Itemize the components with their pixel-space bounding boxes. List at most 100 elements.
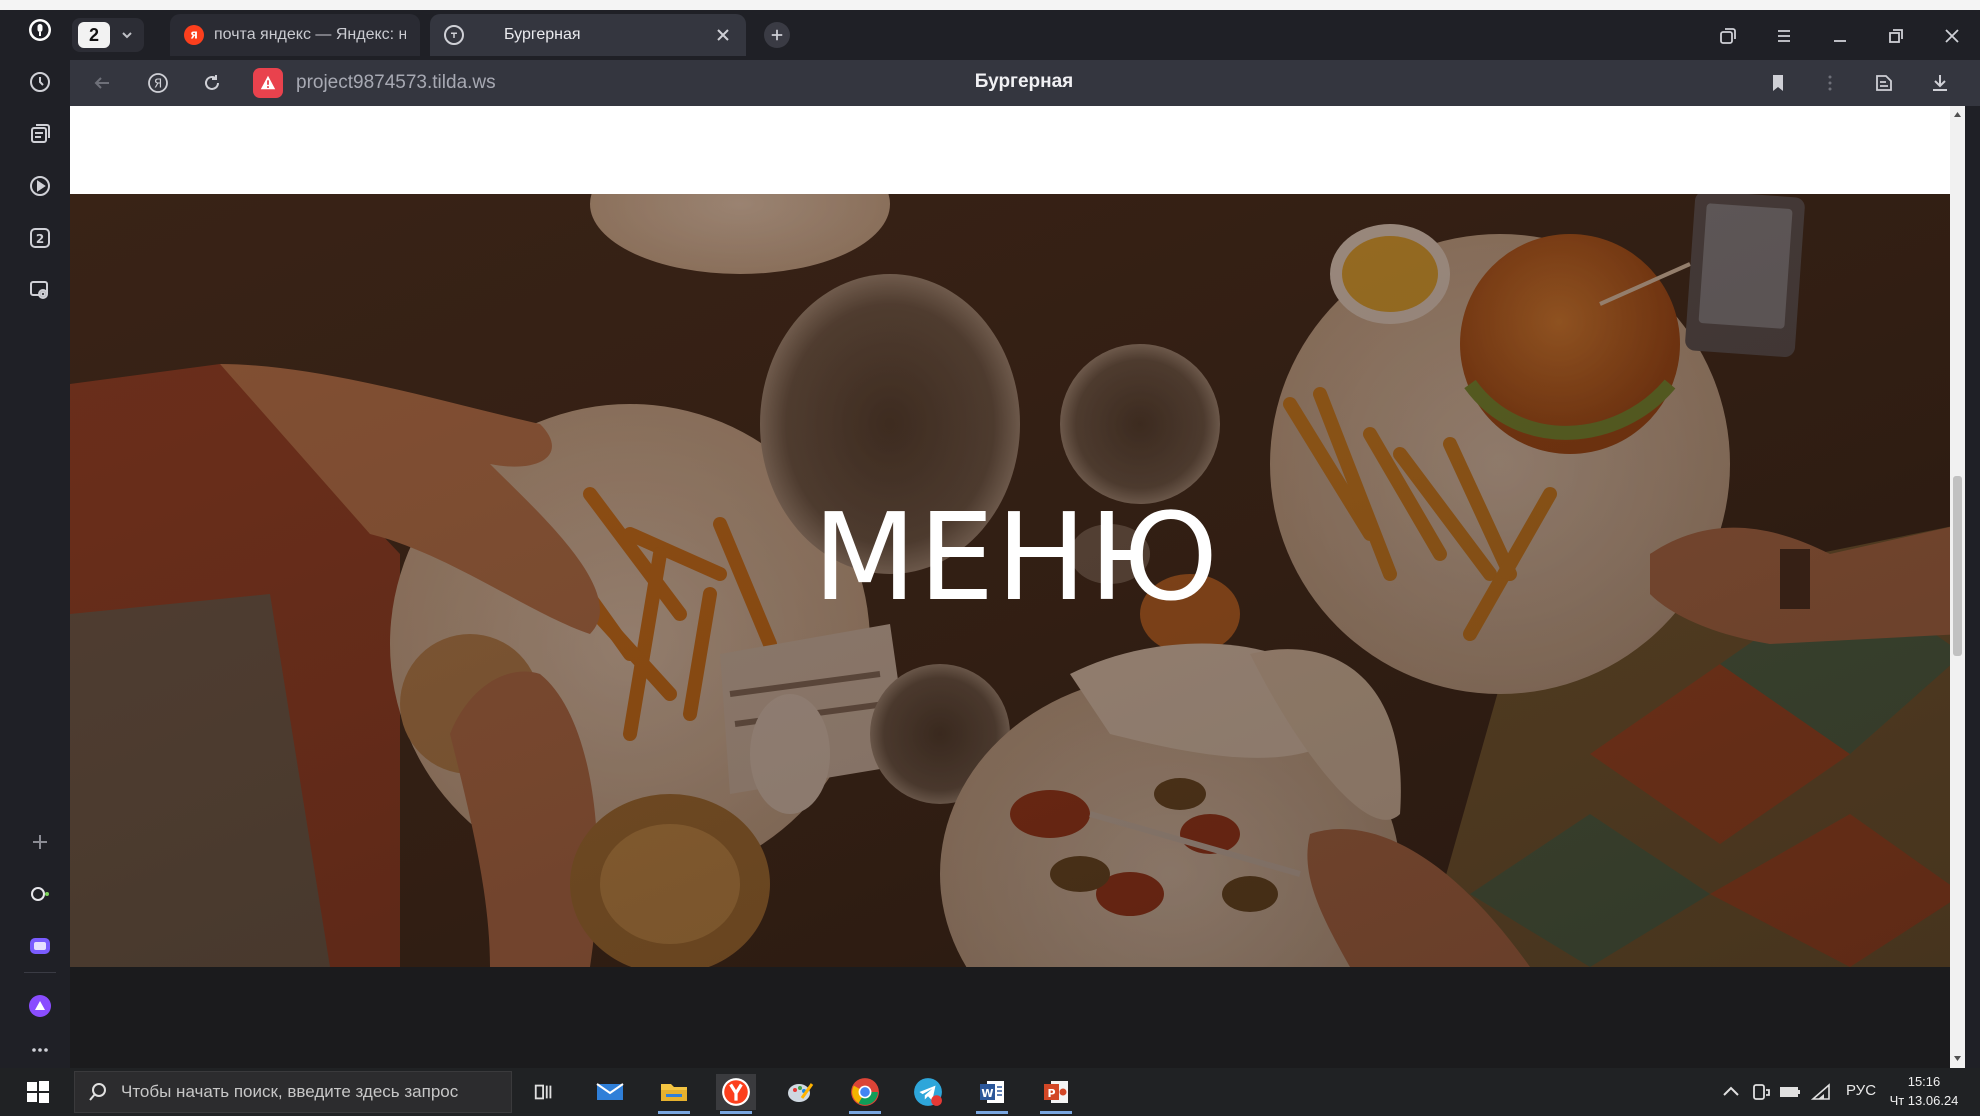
taskbar-search-box[interactable]: Чтобы начать поиск, введите здесь запрос	[74, 1071, 512, 1113]
hero-cover: МЕНЮ	[70, 194, 1963, 967]
chrome-icon	[851, 1078, 879, 1106]
running-indicator	[720, 1111, 752, 1114]
telegram-icon	[914, 1078, 942, 1106]
bookmark-icon	[1773, 75, 1783, 91]
yandex-logo-icon: Я	[148, 73, 168, 93]
search-icon	[89, 1083, 106, 1101]
reload-icon	[205, 75, 219, 90]
yandex-favicon-icon: Я	[184, 25, 204, 45]
dark-section	[70, 967, 1965, 1068]
back-button[interactable]	[88, 69, 116, 97]
paint-icon	[788, 1083, 814, 1102]
alice-assistant-icon[interactable]	[24, 990, 56, 1022]
video-play-icon[interactable]	[24, 170, 56, 202]
show-hidden-icons-chevron-up-icon[interactable]	[1720, 1080, 1742, 1104]
sidebar-divider	[24, 972, 56, 973]
dots-vertical-icon	[1828, 75, 1832, 91]
svg-text:P: P	[1047, 1087, 1055, 1100]
close-tab-icon[interactable]	[714, 26, 732, 44]
svg-text:2: 2	[36, 232, 44, 246]
minimize-icon[interactable]	[1826, 22, 1854, 50]
taskbar-mail-app[interactable]	[590, 1074, 630, 1110]
tabs-count: 2	[78, 22, 110, 48]
more-icon[interactable]	[24, 1034, 56, 1066]
taskbar-yandex-browser[interactable]	[716, 1074, 756, 1114]
download-icon	[1933, 75, 1947, 91]
tilda-favicon-icon	[444, 25, 464, 45]
reader-mode-button[interactable]	[1870, 69, 1898, 97]
top-strip	[0, 0, 1980, 10]
reader-icon	[1876, 75, 1892, 91]
clock-date: Чт 13.06.24	[1889, 1093, 1959, 1108]
clock-time: 15:16	[1907, 1074, 1941, 1089]
warning-icon	[260, 75, 276, 90]
taskbar-chrome[interactable]	[845, 1074, 885, 1114]
mail-icon	[596, 1083, 624, 1100]
windows-taskbar: Чтобы начать поиск, введите здесь запрос…	[0, 1068, 1980, 1116]
svg-text:Я: Я	[190, 31, 198, 42]
svg-text:Я: Я	[154, 77, 162, 91]
address-bar: Я project9874573.tilda.ws Бургерная	[70, 60, 1980, 106]
bookmark-button[interactable]	[1764, 69, 1792, 97]
browser-sidebar: 2	[10, 10, 70, 1068]
task-view-button[interactable]	[524, 1074, 564, 1110]
keyboard-language[interactable]: РУС	[1846, 1082, 1876, 1099]
alice-status-icon[interactable]	[24, 878, 56, 910]
tab-count-icon[interactable]: 2	[24, 222, 56, 254]
tab-title: почта яндекс — Яндекс: н	[214, 26, 406, 43]
word-icon: W	[980, 1081, 1004, 1103]
collections-icon[interactable]	[24, 118, 56, 150]
taskbar-clock[interactable]: 15:16 Чт 13.06.24	[1884, 1072, 1964, 1110]
profile-avatar-icon[interactable]	[24, 14, 56, 46]
wifi-icon[interactable]	[1810, 1080, 1834, 1104]
tab-bar: 2 Я почта яндекс — Яндекс: н Бургерная	[70, 10, 1980, 60]
menu-icon[interactable]	[1770, 22, 1798, 50]
url-text[interactable]: project9874573.tilda.ws	[296, 72, 496, 94]
reload-button[interactable]	[198, 69, 226, 97]
plus-icon	[771, 29, 783, 41]
svg-text:W: W	[981, 1087, 993, 1100]
tab-yandex-mail[interactable]: Я почта яндекс — Яндекс: н	[170, 14, 420, 56]
header-space	[70, 106, 1965, 194]
running-indicator	[849, 1111, 881, 1114]
taskbar-paint[interactable]	[780, 1074, 820, 1110]
more-options-button[interactable]	[1816, 69, 1844, 97]
running-indicator	[658, 1111, 690, 1114]
tab-title: Бургерная	[504, 26, 581, 43]
connection-warning-button[interactable]	[253, 68, 283, 98]
chevron-down-icon	[122, 32, 132, 39]
running-indicator	[976, 1111, 1008, 1114]
page-scrollbar[interactable]	[1950, 106, 1965, 1068]
restore-icon[interactable]	[1882, 22, 1910, 50]
screenshot-icon[interactable]	[24, 274, 56, 306]
device-icon[interactable]	[1750, 1080, 1772, 1104]
add-panel-icon[interactable]	[24, 826, 56, 858]
taskbar-file-explorer[interactable]	[654, 1074, 694, 1114]
scroll-down-icon[interactable]	[1953, 1054, 1962, 1063]
messenger-icon[interactable]	[24, 930, 56, 962]
tab-manager-icon[interactable]	[1714, 22, 1742, 50]
powerpoint-icon: P	[1044, 1081, 1068, 1103]
history-icon[interactable]	[24, 66, 56, 98]
scroll-up-icon[interactable]	[1953, 110, 1962, 119]
task-view-icon	[534, 1084, 552, 1100]
taskbar-telegram[interactable]	[908, 1074, 948, 1110]
folder-icon	[661, 1084, 687, 1101]
arrow-left-icon	[94, 77, 109, 89]
yandex-home-button[interactable]: Я	[144, 69, 172, 97]
yandex-browser-icon	[722, 1078, 750, 1106]
windows-start-icon[interactable]	[26, 1080, 50, 1104]
tabs-counter-button[interactable]: 2	[72, 18, 144, 52]
search-placeholder: Чтобы начать поиск, введите здесь запрос	[121, 1082, 459, 1101]
scroll-thumb[interactable]	[1953, 476, 1962, 656]
close-window-icon[interactable]	[1938, 22, 1966, 50]
hero-title: МЕНЮ	[812, 489, 1221, 628]
taskbar-powerpoint[interactable]: P	[1036, 1074, 1076, 1114]
downloads-button[interactable]	[1926, 69, 1954, 97]
taskbar-word[interactable]: W	[972, 1074, 1012, 1114]
battery-icon[interactable]	[1778, 1080, 1802, 1104]
page-viewport: МЕНЮ	[70, 106, 1965, 1068]
running-indicator	[1040, 1111, 1072, 1114]
new-tab-button[interactable]	[764, 22, 790, 48]
tab-burgernaya[interactable]: Бургерная	[430, 14, 746, 56]
